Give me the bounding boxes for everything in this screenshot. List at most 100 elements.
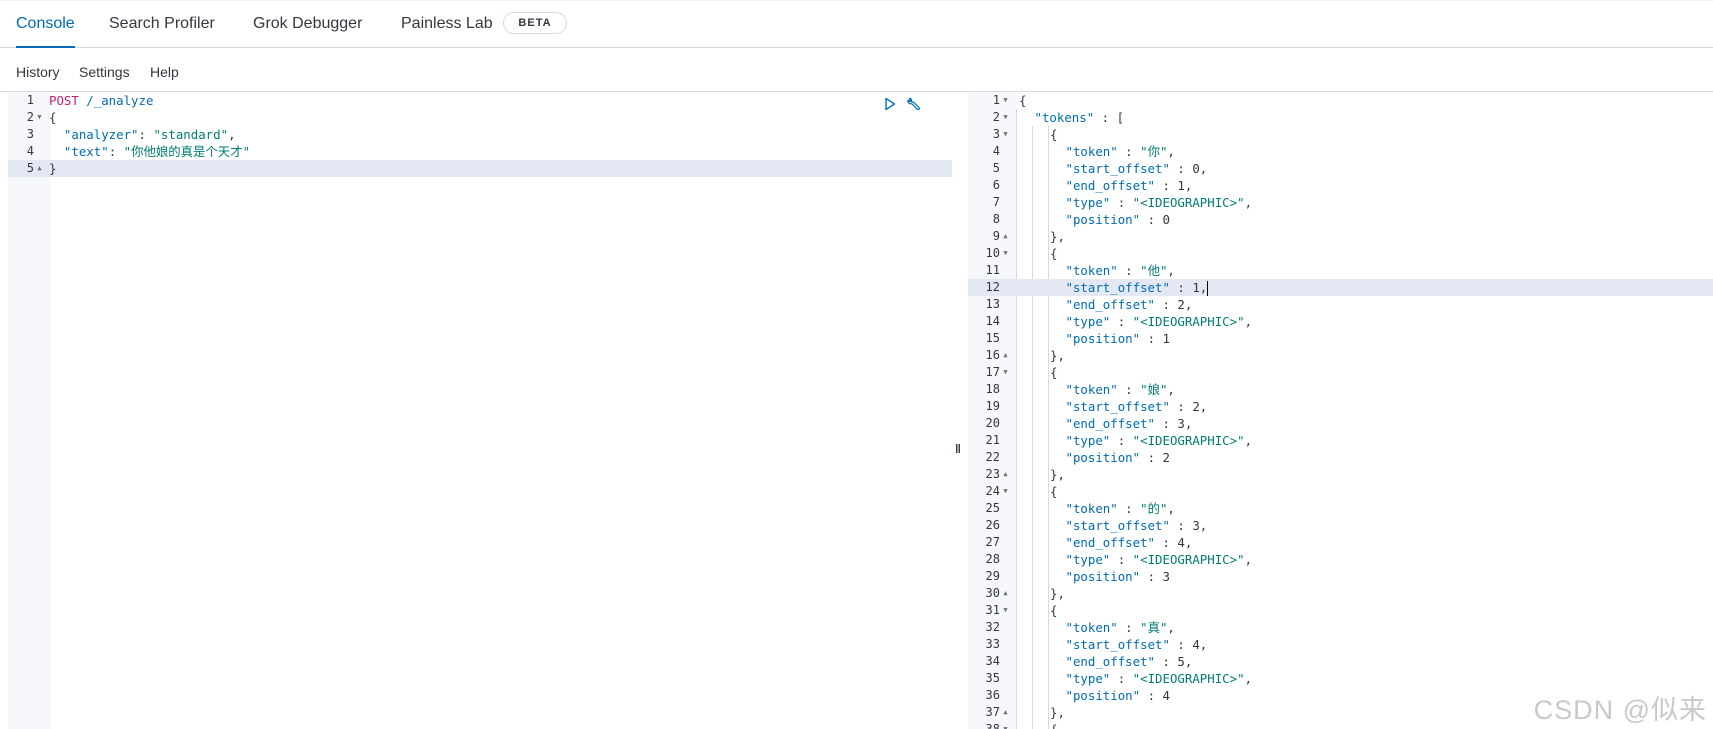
tab-grok-debugger[interactable]: Grok Debugger <box>253 1 362 48</box>
settings-link[interactable]: Settings <box>79 48 130 96</box>
response-line[interactable]: 3 ▼ { <box>968 126 1713 143</box>
json-separator: : <box>1110 314 1133 329</box>
line-number: 18 <box>985 382 1000 396</box>
response-line[interactable]: 12 "start_offset" : 1, <box>968 279 1713 296</box>
json-number: 2 <box>1162 450 1170 465</box>
line-number: 2 <box>992 110 1000 124</box>
response-line[interactable]: 21 "type" : "<IDEOGRAPHIC>", <box>968 432 1713 449</box>
json-key: "position" <box>1065 450 1141 465</box>
response-line[interactable]: 6 "end_offset" : 1, <box>968 177 1713 194</box>
response-line[interactable]: 35 "type" : "<IDEOGRAPHIC>", <box>968 670 1713 687</box>
response-line[interactable]: 14 "type" : "<IDEOGRAPHIC>", <box>968 313 1713 330</box>
line-content: "position" : 3 <box>1066 568 1170 585</box>
response-line[interactable]: 34 "end_offset" : 5, <box>968 653 1713 670</box>
json-separator: : <box>1140 569 1163 584</box>
line-number: 3 <box>26 127 34 141</box>
json-key: "position" <box>1065 212 1141 227</box>
line-number: 16 <box>985 348 1000 362</box>
line-content: { <box>49 109 56 126</box>
line-number: 35 <box>985 671 1000 685</box>
response-line[interactable]: 4 "token" : "你", <box>968 143 1713 160</box>
fold-toggle-icon[interactable]: ▼ <box>35 109 44 126</box>
response-line[interactable]: 16 ▲}, <box>968 347 1713 364</box>
json-punct: , <box>1184 178 1193 193</box>
line-content: "end_offset" : 3, <box>1066 415 1193 432</box>
fold-toggle-icon[interactable]: ▲ <box>1001 704 1010 721</box>
request-editor[interactable]: 1 POST /_analyze 2 ▼ {3 "analyzer": "standar… <box>8 92 952 729</box>
response-line[interactable]: 25 "token" : "的", <box>968 500 1713 517</box>
tab-painless-lab[interactable]: Painless Lab <box>401 1 493 48</box>
line-content: "type" : "<IDEOGRAPHIC>", <box>1066 432 1253 449</box>
play-icon[interactable] <box>884 97 896 116</box>
response-line[interactable]: 10 ▼ { <box>968 245 1713 262</box>
request-code[interactable]: 1 POST /_analyze 2 ▼ {3 "analyzer": "standar… <box>8 92 952 177</box>
response-line[interactable]: 24 ▼ { <box>968 483 1713 500</box>
json-separator: : <box>1117 263 1141 278</box>
request-line[interactable]: 1 POST /_analyze <box>8 92 952 109</box>
fold-toggle-icon[interactable]: ▼ <box>1001 109 1010 126</box>
response-line[interactable]: 30 ▲}, <box>968 585 1713 602</box>
line-number: 26 <box>985 518 1000 532</box>
request-line[interactable]: 4 "text": "你他娘的真是个天才" <box>8 143 952 160</box>
line-number: 12 <box>985 280 1000 294</box>
json-punct: , <box>1244 552 1253 567</box>
request-line[interactable]: 2 ▼ { <box>8 109 952 126</box>
wrench-icon[interactable] <box>906 96 922 117</box>
response-code[interactable]: 1 ▼{2 ▼ "tokens" : [3 ▼{4 "token" : "你", 5 "sta… <box>968 92 1713 729</box>
response-line[interactable]: 8 "position" : 0 <box>968 211 1713 228</box>
json-separator: : <box>1140 688 1163 703</box>
help-link[interactable]: Help <box>150 48 179 96</box>
response-viewer[interactable]: 1 ▼{2 ▼ "tokens" : [3 ▼{4 "token" : "你", 5 "sta… <box>968 92 1713 729</box>
response-line[interactable]: 19 "start_offset" : 2, <box>968 398 1713 415</box>
tab-search-profiler[interactable]: Search Profiler <box>109 1 215 48</box>
response-line[interactable]: 11 "token" : "他", <box>968 262 1713 279</box>
pane-resizer[interactable]: ‖ <box>952 92 968 729</box>
request-line[interactable]: 3 "analyzer": "standard", <box>8 126 952 143</box>
response-line[interactable]: 26 "start_offset" : 3, <box>968 517 1713 534</box>
fold-toggle-icon[interactable]: ▼ <box>1001 364 1010 381</box>
fold-toggle-icon[interactable]: ▼ <box>1001 721 1010 729</box>
response-line[interactable]: 9 ▲}, <box>968 228 1713 245</box>
fold-toggle-icon[interactable]: ▼ <box>1001 602 1010 619</box>
response-line[interactable]: 22 "position" : 2 <box>968 449 1713 466</box>
response-line[interactable]: 15 "position" : 1 <box>968 330 1713 347</box>
response-line[interactable]: 7 "type" : "<IDEOGRAPHIC>", <box>968 194 1713 211</box>
json-key: "end_offset" <box>1065 178 1156 193</box>
response-line[interactable]: 5 "start_offset" : 0, <box>968 160 1713 177</box>
response-line[interactable]: 13 "end_offset" : 2, <box>968 296 1713 313</box>
response-line[interactable]: 18 "token" : "娘", <box>968 381 1713 398</box>
response-line[interactable]: 27 "end_offset" : 4, <box>968 534 1713 551</box>
request-line[interactable]: 5 ▲} <box>8 160 952 177</box>
fold-toggle-icon[interactable]: ▲ <box>1001 228 1010 245</box>
response-line[interactable]: 1 ▼ { <box>968 92 1713 109</box>
response-line[interactable]: 29 "position" : 3 <box>968 568 1713 585</box>
http-method: POST <box>49 93 79 108</box>
fold-toggle-icon[interactable]: ▼ <box>1001 245 1010 262</box>
history-link[interactable]: History <box>16 48 60 96</box>
json-key: "position" <box>1065 331 1141 346</box>
resize-grip-icon[interactable]: ‖ <box>955 442 961 456</box>
fold-toggle-icon[interactable]: ▲ <box>1001 347 1010 364</box>
response-line[interactable]: 20 "end_offset" : 3, <box>968 415 1713 432</box>
response-line[interactable]: 32 "token" : "真", <box>968 619 1713 636</box>
fold-toggle-icon[interactable]: ▲ <box>1001 466 1010 483</box>
fold-toggle-icon[interactable]: ▲ <box>35 160 44 177</box>
response-line[interactable]: 33 "start_offset" : 4, <box>968 636 1713 653</box>
line-content: "token" : "他", <box>1066 262 1175 279</box>
response-line[interactable]: 2 ▼ "tokens" : [ <box>968 109 1713 126</box>
tab-console[interactable]: Console <box>16 1 75 48</box>
fold-toggle-icon[interactable]: ▼ <box>1001 126 1010 143</box>
line-content: "token" : "的", <box>1066 500 1175 517</box>
fold-toggle-icon[interactable]: ▲ <box>1001 585 1010 602</box>
fold-toggle-icon[interactable]: ▼ <box>1001 483 1010 500</box>
response-line[interactable]: 23 ▲}, <box>968 466 1713 483</box>
response-line[interactable]: 31 ▼ { <box>968 602 1713 619</box>
fold-toggle-icon[interactable]: ▼ <box>1001 92 1010 109</box>
json-punct: , <box>1167 620 1175 635</box>
response-line[interactable]: 17 ▼ { <box>968 364 1713 381</box>
response-line[interactable]: 28 "type" : "<IDEOGRAPHIC>", <box>968 551 1713 568</box>
json-punct: , <box>1184 416 1193 431</box>
json-key: "token" <box>1065 501 1118 516</box>
json-separator: : <box>1110 433 1133 448</box>
json-punct: { <box>1050 246 1058 261</box>
